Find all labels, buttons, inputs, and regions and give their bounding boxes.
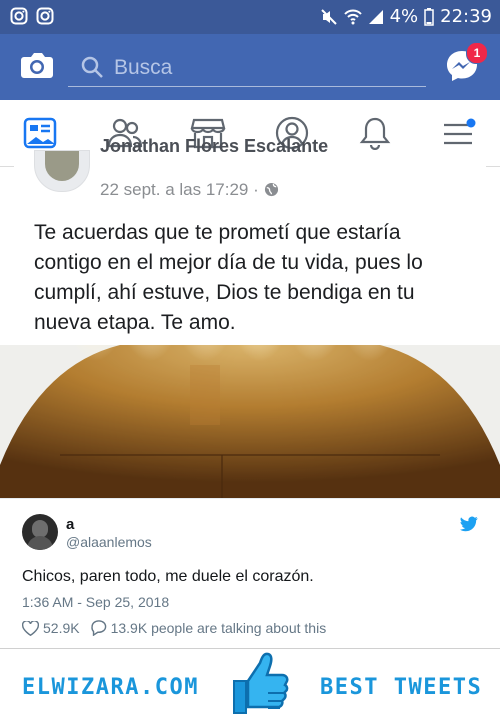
- tweet-handle[interactable]: @alaanlemos: [66, 534, 152, 550]
- heart-icon[interactable]: [22, 620, 39, 636]
- tweet-card: a @alaanlemos Chicos, paren todo, me due…: [0, 498, 500, 649]
- battery-percent: 4%: [389, 6, 419, 27]
- conversation-count[interactable]: 13.9K people are talking about this: [111, 620, 327, 636]
- tweet-text: Chicos, paren todo, me duele el corazón.: [22, 568, 314, 585]
- like-count: 52.9K: [43, 620, 80, 636]
- post-author-name[interactable]: Jonathan Flores Escalante: [100, 136, 328, 157]
- tweet-author-name[interactable]: a: [66, 516, 74, 533]
- battery-icon: [424, 7, 434, 26]
- globe-icon: [264, 182, 278, 197]
- instagram-icon: [36, 7, 54, 25]
- signal-icon: [368, 9, 383, 24]
- camera-button[interactable]: [20, 50, 54, 85]
- camera-icon: [21, 53, 53, 78]
- search-placeholder: Busca: [114, 56, 173, 79]
- tweet-avatar[interactable]: [22, 514, 58, 550]
- facebook-post: Jonathan Flores Escalante 22 sept. a las…: [14, 136, 486, 346]
- post-photo[interactable]: [0, 345, 500, 498]
- site-name: ELWIZARA.COM: [22, 675, 199, 700]
- bell-icon: [359, 117, 391, 150]
- search-bar[interactable]: Busca: [68, 46, 426, 87]
- mute-icon: [320, 8, 337, 25]
- post-timestamp[interactable]: 22 sept. a las 17:29 ·: [100, 180, 279, 200]
- wifi-icon: [343, 9, 362, 24]
- status-bar: 4% 22:39: [0, 0, 500, 34]
- wooden-door-image: [0, 345, 500, 498]
- instagram-icon: [10, 7, 28, 25]
- branding-footer: ELWIZARA.COM BEST TWEETS: [0, 648, 500, 723]
- clock: 22:39: [440, 6, 492, 27]
- tweet-timestamp[interactable]: 1:36 AM - Sep 25, 2018: [22, 594, 169, 610]
- tagline: BEST TWEETS: [320, 675, 483, 700]
- menu-icon: [444, 118, 476, 145]
- facebook-header: Busca 1: [0, 34, 500, 100]
- tweet-stats: 52.9K 13.9K people are talking about thi…: [22, 620, 326, 636]
- post-time-text: 22 sept. a las 17:29 ·: [100, 180, 259, 199]
- post-text: Te acuerdas que te prometí que estaría c…: [34, 221, 423, 334]
- messenger-button[interactable]: 1: [444, 42, 488, 89]
- messenger-badge: 1: [466, 42, 488, 64]
- twitter-bird-icon[interactable]: [460, 516, 478, 532]
- status-right: 4% 22:39: [320, 6, 492, 27]
- post-author-avatar[interactable]: [34, 150, 90, 192]
- status-left-icons: [10, 7, 54, 25]
- reply-bubble-icon[interactable]: [90, 620, 107, 636]
- thumbs-up-icon: [233, 652, 289, 714]
- news-feed-icon: [23, 117, 57, 149]
- search-icon: [81, 56, 103, 78]
